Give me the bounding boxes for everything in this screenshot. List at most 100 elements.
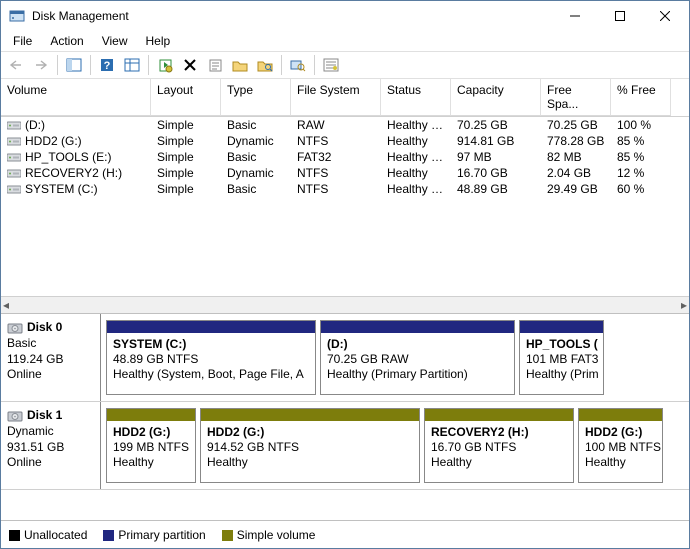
partition[interactable]: (D:)70.25 GB RAWHealthy (Primary Partiti… [320, 320, 515, 395]
disk-graphical-view: Disk 0Basic119.24 GBOnlineSYSTEM (C:)48.… [1, 313, 689, 490]
refresh-button[interactable] [154, 54, 176, 76]
disk-row: Disk 0Basic119.24 GBOnlineSYSTEM (C:)48.… [1, 314, 689, 402]
col-layout[interactable]: Layout [151, 79, 221, 116]
partition-status: Healthy [113, 455, 154, 469]
volume-row[interactable]: RECOVERY2 (H:)SimpleDynamicNTFSHealthy16… [1, 165, 689, 181]
menu-help[interactable]: Help [138, 32, 179, 50]
volume-layout: Simple [151, 117, 221, 133]
volume-list: Volume Layout Type File System Status Ca… [1, 79, 689, 313]
volume-row[interactable]: SYSTEM (C:)SimpleBasicNTFSHealthy (S...4… [1, 181, 689, 197]
partition-title: HDD2 (G:) [207, 425, 264, 439]
volume-pct: 100 % [611, 117, 671, 133]
col-free[interactable]: Free Spa... [541, 79, 611, 116]
volume-free: 2.04 GB [541, 165, 611, 181]
menu-file[interactable]: File [5, 32, 40, 50]
legend-swatch-unallocated [9, 530, 20, 541]
partition-title: RECOVERY2 (H:) [431, 425, 529, 439]
disk-type: Dynamic [7, 424, 94, 440]
partition-title: HDD2 (G:) [585, 425, 642, 439]
col-type[interactable]: Type [221, 79, 291, 116]
disk-name: Disk 0 [27, 320, 62, 334]
disk-row: Disk 1Dynamic931.51 GBOnlineHDD2 (G:)199… [1, 402, 689, 490]
partition-stripe [579, 409, 662, 421]
volume-name: (D:) [25, 118, 45, 132]
partition-stripe [321, 321, 514, 333]
volume-status: Healthy [381, 165, 451, 181]
volume-status: Healthy (P... [381, 117, 451, 133]
drive-icon [7, 136, 21, 147]
help-button[interactable]: ? [96, 54, 118, 76]
col-status[interactable]: Status [381, 79, 451, 116]
disk-state: Online [7, 367, 94, 383]
horizontal-scrollbar[interactable]: ◂▸ [1, 296, 689, 313]
partition-stripe [107, 409, 195, 421]
explore-button[interactable] [254, 54, 276, 76]
volume-row[interactable]: HP_TOOLS (E:)SimpleBasicFAT32Healthy (P.… [1, 149, 689, 165]
legend-primary: Primary partition [118, 528, 205, 542]
partition-title: (D:) [327, 337, 348, 351]
col-pct[interactable]: % Free [611, 79, 671, 116]
partition-status: Healthy [585, 455, 626, 469]
volume-row[interactable]: HDD2 (G:)SimpleDynamicNTFSHealthy914.81 … [1, 133, 689, 149]
partition-stripe [520, 321, 603, 333]
disk-label[interactable]: Disk 1Dynamic931.51 GBOnline [1, 402, 101, 489]
disk-icon [7, 408, 23, 424]
menu-view[interactable]: View [94, 32, 136, 50]
menu-action[interactable]: Action [42, 32, 91, 50]
volume-free: 778.28 GB [541, 133, 611, 149]
disk-name: Disk 1 [27, 408, 62, 422]
volume-fs: FAT32 [291, 149, 381, 165]
volume-fs: NTFS [291, 181, 381, 197]
partition-status: Healthy (System, Boot, Page File, A [113, 367, 304, 381]
partition[interactable]: HDD2 (G:)100 MB NTFSHealthy [578, 408, 663, 483]
show-hide-console-tree-button[interactable] [63, 54, 85, 76]
volume-capacity: 97 MB [451, 149, 541, 165]
volume-capacity: 16.70 GB [451, 165, 541, 181]
volume-columns: Volume Layout Type File System Status Ca… [1, 79, 689, 117]
volume-type: Basic [221, 181, 291, 197]
partition-size: 100 MB NTFS [585, 440, 661, 454]
forward-button[interactable] [30, 54, 52, 76]
partition-stripe [425, 409, 573, 421]
properties-button[interactable] [204, 54, 226, 76]
partition-status: Healthy [207, 455, 248, 469]
volume-fs: NTFS [291, 133, 381, 149]
col-volume[interactable]: Volume [1, 79, 151, 116]
partition[interactable]: RECOVERY2 (H:)16.70 GB NTFSHealthy [424, 408, 574, 483]
partition-size: 70.25 GB RAW [327, 352, 409, 366]
col-capacity[interactable]: Capacity [451, 79, 541, 116]
volume-layout: Simple [151, 149, 221, 165]
partition-title: SYSTEM (C:) [113, 337, 186, 351]
disk-label[interactable]: Disk 0Basic119.24 GBOnline [1, 314, 101, 401]
volume-layout: Simple [151, 181, 221, 197]
maximize-button[interactable] [597, 2, 642, 31]
volume-type: Basic [221, 117, 291, 133]
col-fs[interactable]: File System [291, 79, 381, 116]
partition[interactable]: SYSTEM (C:)48.89 GB NTFSHealthy (System,… [106, 320, 316, 395]
partition[interactable]: HP_TOOLS (101 MB FAT3Healthy (Prim [519, 320, 604, 395]
partition-stripe [201, 409, 419, 421]
minimize-button[interactable] [552, 2, 597, 31]
rescan-button[interactable] [287, 54, 309, 76]
partition-title: HP_TOOLS ( [526, 337, 598, 351]
volume-type: Dynamic [221, 133, 291, 149]
volume-capacity: 70.25 GB [451, 117, 541, 133]
volume-status: Healthy (S... [381, 181, 451, 197]
list-button[interactable] [320, 54, 342, 76]
legend-swatch-primary [103, 530, 114, 541]
open-folder-button[interactable] [229, 54, 251, 76]
delete-button[interactable] [179, 54, 201, 76]
settings-button[interactable] [121, 54, 143, 76]
back-button[interactable] [5, 54, 27, 76]
partition[interactable]: HDD2 (G:)199 MB NTFSHealthy [106, 408, 196, 483]
titlebar: Disk Management [1, 1, 689, 31]
partition[interactable]: HDD2 (G:)914.52 GB NTFSHealthy [200, 408, 420, 483]
close-button[interactable] [642, 2, 687, 31]
window-title: Disk Management [32, 9, 552, 23]
volume-name: HP_TOOLS (E:) [25, 150, 111, 164]
disk-size: 119.24 GB [7, 352, 94, 368]
partition-status: Healthy (Prim [526, 367, 599, 381]
volume-row[interactable]: (D:)SimpleBasicRAWHealthy (P...70.25 GB7… [1, 117, 689, 133]
partition-stripe [107, 321, 315, 333]
partition-title: HDD2 (G:) [113, 425, 170, 439]
